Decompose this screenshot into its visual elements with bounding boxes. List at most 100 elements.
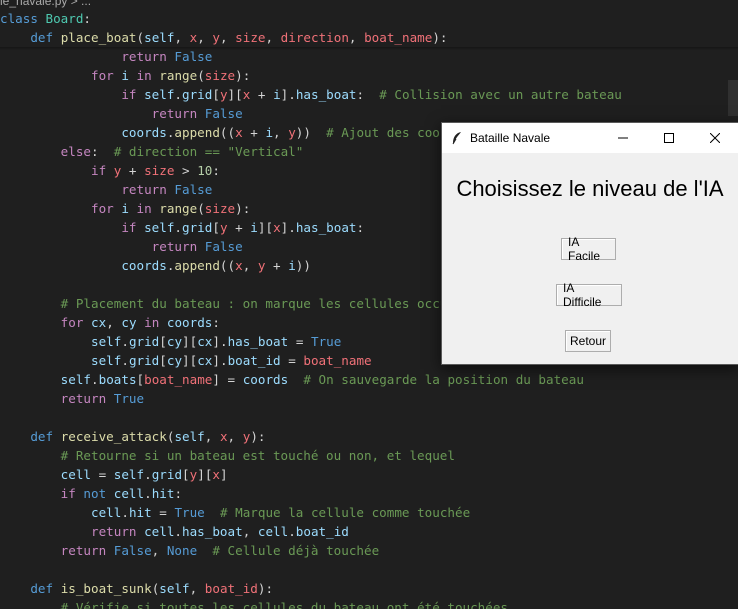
minimize-button[interactable] bbox=[600, 123, 646, 153]
code-token: not bbox=[83, 486, 114, 501]
code-token: i bbox=[121, 201, 129, 216]
code-token: Board bbox=[45, 11, 84, 26]
code-token: None bbox=[166, 543, 198, 558]
code-line[interactable]: return False, None # Cellule déjà touché… bbox=[0, 541, 622, 560]
code-token: )) bbox=[295, 258, 311, 273]
code-token: i bbox=[121, 68, 129, 83]
tk-dialog-window: Bataille Navale Choisissez le niveau de … bbox=[441, 122, 738, 365]
maximize-button[interactable] bbox=[646, 123, 692, 153]
code-token: hit bbox=[151, 486, 175, 501]
code-token: (( bbox=[219, 258, 236, 273]
ia-easy-button[interactable]: IA Facile bbox=[561, 235, 616, 263]
code-token: True bbox=[113, 391, 145, 406]
window-title: Bataille Navale bbox=[470, 131, 551, 145]
code-token: x bbox=[212, 467, 220, 482]
code-token: grid bbox=[128, 334, 160, 349]
code-token: ): bbox=[257, 581, 274, 596]
code-line[interactable]: # Vérifie si toutes les cellules du bate… bbox=[0, 598, 622, 609]
ia-hard-button[interactable]: IA Difficile bbox=[556, 281, 622, 309]
code-line[interactable]: self.boats[boat_name] = coords # On sauv… bbox=[0, 370, 622, 389]
code-token: has_boat bbox=[295, 87, 357, 102]
code-token: , bbox=[219, 30, 236, 45]
code-token: i bbox=[273, 87, 281, 102]
minimize-icon bbox=[618, 137, 628, 139]
code-line[interactable]: class Board: bbox=[0, 9, 622, 28]
code-line[interactable]: def receive_attack(self, x, y): bbox=[0, 427, 622, 446]
code-token: True bbox=[310, 334, 342, 349]
code-token: ][ bbox=[227, 87, 243, 102]
code-token: grid bbox=[182, 87, 213, 102]
code-token: # Vérifie si toutes les cellules du bate… bbox=[60, 600, 509, 609]
code-line[interactable]: cell.hit = True # Marque la cellule comm… bbox=[0, 503, 622, 522]
code-token: , bbox=[348, 30, 365, 45]
code-token: : bbox=[212, 163, 220, 178]
code-token: + bbox=[121, 163, 145, 178]
code-token: def bbox=[30, 30, 61, 45]
code-token: [ bbox=[136, 372, 145, 387]
code-token: , bbox=[204, 429, 220, 444]
code-token: cx bbox=[197, 334, 213, 349]
code-token: for bbox=[60, 315, 92, 330]
code-token: boat_name bbox=[144, 372, 213, 387]
breadcrumb[interactable]: le_navale.py > ... bbox=[0, 0, 91, 8]
code-line[interactable]: return False bbox=[0, 104, 622, 123]
code-token: # Collision avec un autre bateau bbox=[379, 87, 622, 102]
window-titlebar[interactable]: Bataille Navale bbox=[442, 123, 738, 153]
code-token: = bbox=[219, 372, 243, 387]
code-line[interactable]: if self.grid[y][x + i].has_boat: # Colli… bbox=[0, 85, 622, 104]
code-token: ): bbox=[432, 30, 448, 45]
code-token: # On sauvegarde la position du bateau bbox=[303, 372, 584, 387]
code-token: : bbox=[212, 315, 220, 330]
code-token: x bbox=[273, 220, 281, 235]
code-line[interactable]: return cell.has_boat, cell.boat_id bbox=[0, 522, 622, 541]
code-token: has_boat bbox=[295, 220, 357, 235]
code-line[interactable]: for i in range(size): bbox=[0, 66, 622, 85]
code-token: . bbox=[174, 524, 183, 539]
code-token: return bbox=[151, 106, 205, 121]
code-token: return bbox=[60, 391, 114, 406]
code-token: , bbox=[242, 258, 258, 273]
code-token: y bbox=[212, 30, 220, 45]
code-token: > bbox=[174, 163, 198, 178]
code-token: . bbox=[144, 467, 152, 482]
code-token: # Cellule déjà touchée bbox=[212, 543, 380, 558]
back-button[interactable]: Retour bbox=[565, 330, 611, 352]
code-line[interactable] bbox=[0, 408, 622, 427]
code-token: + bbox=[250, 87, 274, 102]
code-token: ): bbox=[250, 429, 266, 444]
code-token: i bbox=[288, 258, 296, 273]
code-token: : bbox=[356, 87, 380, 102]
code-line[interactable] bbox=[0, 560, 622, 579]
code-token: return bbox=[91, 524, 145, 539]
code-token: ): bbox=[235, 201, 251, 216]
code-token: boat_name bbox=[303, 353, 372, 368]
code-token: for bbox=[91, 68, 122, 83]
code-line[interactable]: # Retourne si un bateau est touché ou no… bbox=[0, 446, 622, 465]
code-line[interactable]: return True bbox=[0, 389, 622, 408]
code-line[interactable]: def place_boat(self, x, y, size, directi… bbox=[0, 28, 622, 47]
code-line[interactable]: cell = self.grid[y][x] bbox=[0, 465, 622, 484]
code-token: [ bbox=[182, 467, 190, 482]
editor-scrollbar[interactable] bbox=[728, 80, 738, 116]
code-token: False bbox=[174, 49, 213, 64]
code-token: [ bbox=[212, 220, 220, 235]
code-token: , bbox=[106, 315, 122, 330]
code-line[interactable]: def is_boat_sunk(self, boat_id): bbox=[0, 579, 622, 598]
code-token: True bbox=[174, 505, 205, 520]
code-token: # Marque la cellule comme touchée bbox=[219, 505, 471, 520]
code-token: , bbox=[273, 125, 289, 140]
close-button[interactable] bbox=[692, 123, 738, 153]
code-token: in bbox=[128, 68, 160, 83]
code-line[interactable]: if not cell.hit: bbox=[0, 484, 622, 503]
code-token: cx bbox=[197, 353, 213, 368]
code-token: = bbox=[280, 353, 304, 368]
code-token: cell bbox=[113, 486, 145, 501]
code-token: has_boat bbox=[227, 334, 289, 349]
code-token: = bbox=[151, 505, 175, 520]
